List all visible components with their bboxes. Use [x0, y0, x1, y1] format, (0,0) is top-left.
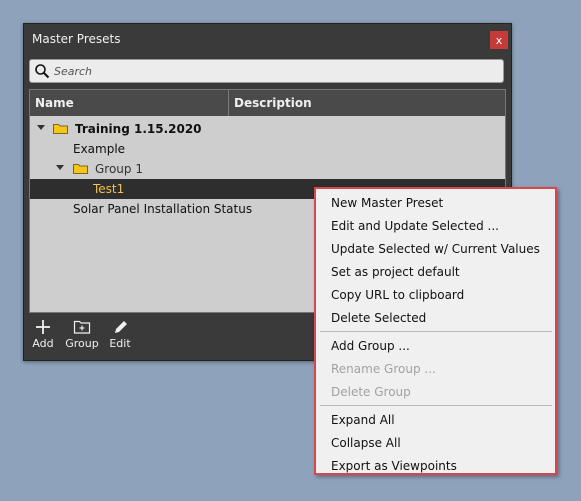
tree-row-label: Example [73, 142, 126, 156]
menu-item-copy-url[interactable]: Copy URL to clipboard [331, 284, 464, 306]
menu-item-delete-group: Delete Group [331, 385, 411, 399]
close-icon: x [495, 33, 503, 47]
menu-item-rename-group: Rename Group ... [331, 362, 436, 376]
search-icon [35, 64, 50, 79]
add-group-button[interactable]: Group [64, 317, 100, 351]
tree-row-label: Test1 [93, 182, 125, 196]
folder-icon [73, 164, 88, 174]
add-button[interactable]: Add [31, 317, 55, 351]
tree-header: Name Description [30, 90, 505, 116]
edit-label: Edit [109, 337, 131, 350]
folder-add-icon [73, 320, 91, 334]
column-header-name[interactable]: Name [30, 90, 229, 116]
expand-arrow-icon[interactable] [56, 165, 64, 170]
close-button[interactable]: x [490, 31, 508, 49]
tree-row-group-1[interactable]: Group 1 [30, 159, 505, 179]
window-title: Master Presets [32, 32, 121, 46]
tree-row-example[interactable]: Example [30, 139, 505, 159]
expand-arrow-icon[interactable] [37, 125, 45, 130]
add-label: Add [32, 337, 54, 350]
menu-item-delete-selected[interactable]: Delete Selected [331, 307, 426, 329]
tree-row-training[interactable]: Training 1.15.2020 [30, 119, 505, 139]
pencil-icon [115, 321, 127, 333]
menu-item-new-master-preset[interactable]: New Master Preset [331, 192, 443, 214]
tree-row-label: Training 1.15.2020 [75, 122, 202, 136]
column-header-description[interactable]: Description [229, 90, 499, 116]
menu-item-expand-all[interactable]: Expand All [331, 409, 395, 431]
search-input[interactable] [52, 62, 496, 81]
menu-item-set-project-default[interactable]: Set as project default [331, 261, 460, 283]
search-box[interactable] [29, 59, 504, 83]
menu-separator [320, 405, 552, 406]
tree-row-label: Group 1 [95, 162, 143, 176]
menu-separator [320, 331, 552, 332]
plus-icon [36, 320, 50, 334]
menu-item-export-viewpoints[interactable]: Export as Viewpoints [331, 455, 457, 477]
context-menu: New Master Preset Edit and Update Select… [314, 187, 557, 475]
title-bar[interactable]: Master Presets x [24, 24, 511, 55]
menu-item-add-group[interactable]: Add Group ... [331, 335, 410, 357]
menu-item-collapse-all[interactable]: Collapse All [331, 432, 401, 454]
menu-item-update-selected-current-values[interactable]: Update Selected w/ Current Values [331, 238, 540, 260]
folder-icon [53, 124, 68, 134]
tree-row-label: Solar Panel Installation Status [73, 202, 253, 216]
edit-button[interactable]: Edit [107, 317, 133, 351]
group-label: Group [65, 337, 99, 350]
menu-item-edit-update-selected[interactable]: Edit and Update Selected ... [331, 215, 499, 237]
